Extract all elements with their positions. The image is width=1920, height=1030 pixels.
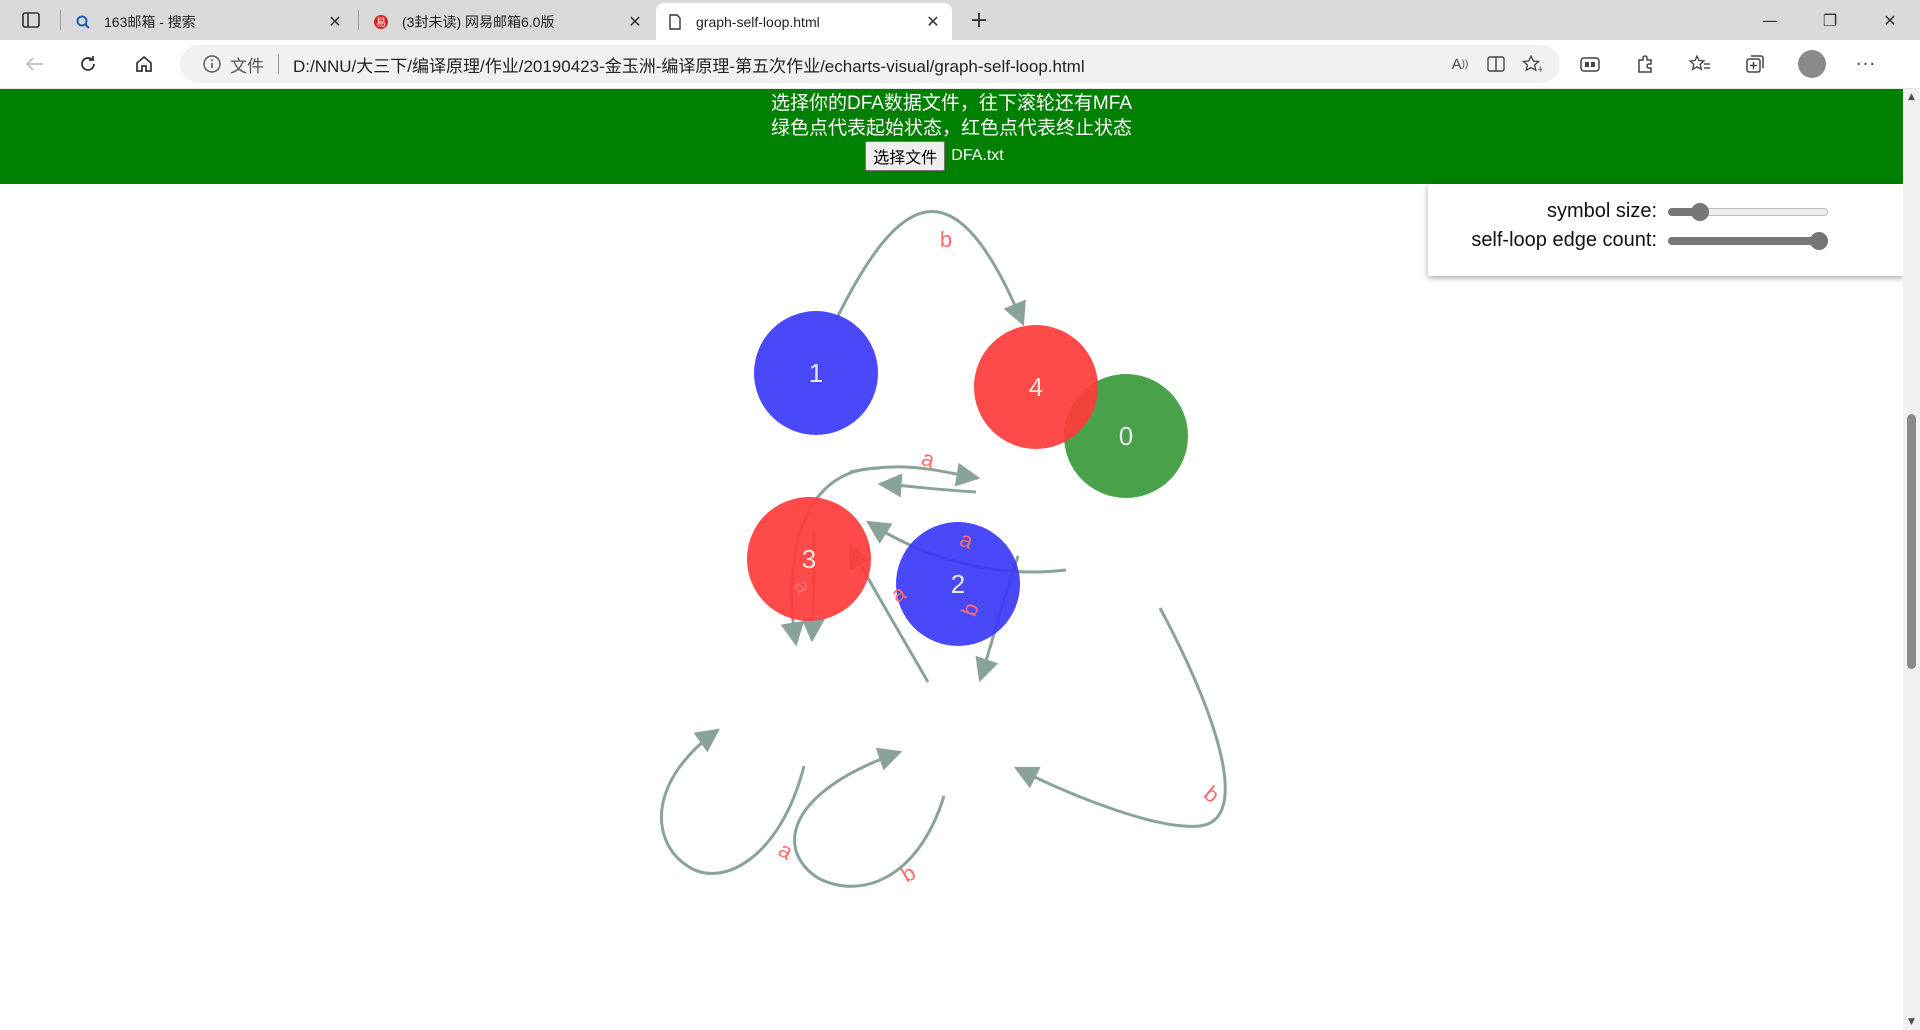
svg-text:易: 易	[376, 17, 386, 29]
banner-line-2: 绿色点代表起始状态，红色点代表终止状态	[770, 118, 1132, 139]
selfloop-count-slider[interactable]	[1668, 232, 1828, 250]
close-tab-icon[interactable]: ✕	[326, 13, 344, 31]
profile-avatar[interactable]	[1798, 50, 1826, 78]
extensions-icon[interactable]	[1625, 48, 1665, 80]
netease-mail-icon: 易	[372, 13, 390, 31]
back-icon[interactable]	[16, 48, 52, 80]
url-divider	[278, 54, 279, 74]
slider-fill	[1668, 237, 1828, 245]
banner-line-1: 选择你的DFA数据文件，往下滚轮还有MFA	[770, 93, 1132, 114]
tab-graph-self-loop[interactable]: graph-self-loop.html ✕	[656, 3, 952, 40]
state-label-3: 3	[802, 544, 816, 574]
tab-divider	[358, 10, 359, 30]
search-icon	[74, 13, 92, 31]
minimize-icon[interactable]: —	[1740, 0, 1800, 40]
scroll-up-arrow-icon[interactable]: ▲	[1903, 89, 1920, 105]
edge-2-to-2[interactable]	[793, 747, 946, 888]
address-bar-actions: A)) +	[1442, 50, 1550, 78]
scroll-down-arrow-icon[interactable]: ▼	[1903, 1014, 1920, 1030]
browser-toolbar: ···	[1570, 48, 1901, 80]
page-icon	[666, 13, 684, 31]
home-icon[interactable]	[126, 48, 162, 80]
tab-title: graph-self-loop.html	[696, 13, 820, 30]
restore-icon[interactable]: ❐	[1800, 0, 1860, 40]
symbol-size-slider[interactable]	[1668, 203, 1828, 221]
read-aloud-icon[interactable]: A))	[1442, 50, 1478, 78]
state-label-2: 2	[951, 569, 965, 599]
selfloop-count-label: self-loop edge count:	[1471, 229, 1657, 251]
address-bar[interactable]: 文件 D:/NNU/大三下/编译原理/作业/20190423-金玉洲-编译原理-…	[180, 45, 1560, 83]
tab-actions-icon[interactable]	[14, 8, 48, 32]
slider-thumb[interactable]	[1691, 203, 1709, 221]
favorites-icon[interactable]	[1680, 48, 1720, 80]
symbol-size-row: symbol size:	[1428, 198, 1903, 226]
edge-label: a	[774, 837, 798, 865]
more-options-icon[interactable]: ···	[1846, 48, 1886, 80]
new-tab-button[interactable]: +	[964, 6, 994, 34]
symbol-size-label: symbol size:	[1546, 200, 1657, 222]
state-label-1: 1	[809, 358, 823, 388]
state-label-4: 4	[1029, 372, 1043, 402]
page-content: 01234 baaaabbab 选择你的DFA数据文件，往下滚轮还有MFA 绿色…	[0, 89, 1903, 1030]
file-picker: 选择文件 DFA.txt	[0, 141, 1903, 171]
edge-0-to-2[interactable]	[1013, 607, 1227, 828]
tab-title: (3封未读) 网易邮箱6.0版	[402, 13, 555, 30]
choose-file-button[interactable]: 选择文件	[865, 141, 946, 171]
slider-thumb[interactable]	[1810, 232, 1828, 250]
edge-label: b	[897, 860, 920, 888]
navigation-bar: 文件 D:/NNU/大三下/编译原理/作业/20190423-金玉洲-编译原理-…	[0, 40, 1920, 89]
selected-file-name: DFA.txt	[951, 147, 1004, 164]
tab-divider	[60, 10, 61, 30]
url-scheme-label: 文件	[230, 56, 264, 76]
selfloop-count-row: self-loop edge count:	[1428, 227, 1903, 255]
edge-4-to-1[interactable]	[877, 473, 977, 498]
vertical-scrollbar[interactable]: ▲ ▼	[1903, 89, 1920, 1030]
tab-strip: 163邮箱 - 搜索 ✕ 易 (3封未读) 网易邮箱6.0版 ✕ graph-s…	[0, 0, 1920, 40]
edge-label: a	[919, 445, 939, 473]
collections-icon[interactable]	[1735, 48, 1775, 80]
tab-title: 163邮箱 - 搜索	[104, 13, 196, 30]
edge-label: b	[1199, 781, 1224, 808]
add-favorite-icon[interactable]: +	[1514, 50, 1550, 78]
state-label-0: 0	[1119, 421, 1133, 451]
close-tab-icon[interactable]: ✕	[626, 13, 644, 31]
info-icon[interactable]	[202, 54, 222, 74]
split-screen-icon[interactable]	[1478, 50, 1514, 78]
tab-search[interactable]: 163邮箱 - 搜索 ✕	[64, 3, 354, 40]
close-tab-icon[interactable]: ✕	[924, 13, 942, 31]
url-text[interactable]: D:/NNU/大三下/编译原理/作业/20190423-金玉洲-编译原理-第五次…	[293, 52, 1085, 77]
tab-mail[interactable]: 易 (3封未读) 网易邮箱6.0版 ✕	[362, 3, 654, 40]
refresh-icon[interactable]	[70, 48, 106, 80]
collections-app-icon[interactable]	[1570, 48, 1610, 80]
window-controls: — ❐ ✕	[1740, 0, 1920, 40]
scrollbar-thumb[interactable]	[1907, 414, 1916, 669]
header-banner: 选择你的DFA数据文件，往下滚轮还有MFA 绿色点代表起始状态，红色点代表终止状…	[0, 89, 1903, 184]
edge-1-to-4[interactable]	[834, 210, 1026, 327]
svg-text:+: +	[1537, 65, 1542, 73]
control-panel: symbol size: self-loop edge count:	[1428, 184, 1903, 276]
edge-label: b	[940, 227, 952, 252]
close-window-icon[interactable]: ✕	[1860, 0, 1920, 40]
nodes-layer: 0 1 2 3 4	[747, 311, 1188, 646]
